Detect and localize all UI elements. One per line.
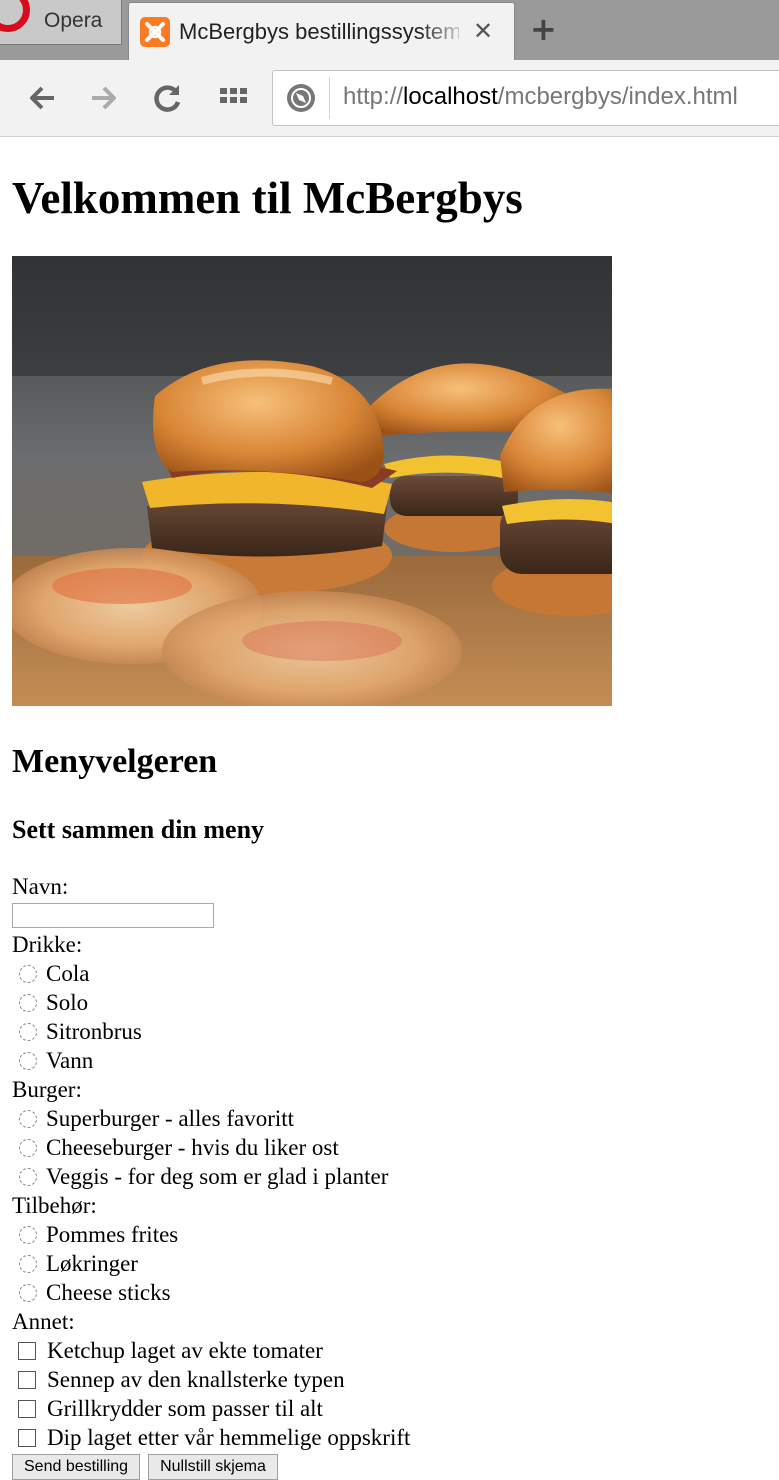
radio-button[interactable] [19, 1138, 37, 1157]
checkbox[interactable] [18, 1370, 36, 1389]
checkbox[interactable] [18, 1341, 36, 1360]
drink-option[interactable]: Cola [12, 959, 410, 988]
close-tab-icon[interactable]: ✕ [473, 17, 493, 45]
radio-button[interactable] [19, 1022, 37, 1041]
burger-label: Burger: [12, 1077, 82, 1102]
radio-button[interactable] [19, 1283, 37, 1302]
speed-dial-grid-icon[interactable] [218, 82, 250, 114]
sides-label: Tilbehør: [12, 1193, 97, 1218]
submit-order-button[interactable]: Send bestilling [12, 1454, 141, 1480]
extra-option-label: Dip laget etter vår hemmelige oppskrift [47, 1425, 411, 1450]
url-path: /mcbergbys/index.html [497, 83, 738, 110]
extra-option[interactable]: Sennep av den knallsterke typen [12, 1365, 410, 1394]
address-bar[interactable]: http://localhost/mcbergbys/index.html [272, 70, 779, 126]
burger-option-label: Superburger - alles favoritt [46, 1106, 295, 1131]
side-option-label: Cheese sticks [46, 1280, 171, 1305]
back-arrow-icon[interactable] [26, 82, 58, 114]
extra-option-label: Ketchup laget av ekte tomater [47, 1338, 323, 1363]
new-tab-button[interactable]: + [530, 12, 557, 46]
extra-option[interactable]: Dip laget etter vår hemmelige oppskrift [12, 1423, 410, 1452]
site-info-icon[interactable] [287, 84, 315, 112]
page-title: Velkommen til McBergbys [12, 173, 523, 223]
drink-option[interactable]: Sitronbrus [12, 1017, 410, 1046]
tab-title-fade [419, 11, 469, 51]
tab-bar: Opera McBergbys bestillingssystem ✕ + [0, 0, 779, 61]
extra-option-label: Grillkrydder som passer til alt [47, 1396, 323, 1421]
radio-button[interactable] [19, 1109, 37, 1128]
drink-option-label: Cola [46, 961, 90, 986]
extra-option[interactable]: Ketchup laget av ekte tomater [12, 1336, 410, 1365]
tab-title: McBergbys bestillingssystem [179, 19, 459, 44]
form-subtitle: Sett sammen din meny [12, 815, 265, 844]
reset-form-button[interactable]: Nullstill skjema [148, 1454, 278, 1480]
radio-button[interactable] [19, 993, 37, 1012]
radio-button[interactable] [19, 1225, 37, 1244]
drinks-group: Cola Solo Sitronbrus Vann [12, 959, 410, 1075]
burger-group: Superburger - alles favoritt Cheeseburger… [12, 1104, 410, 1191]
tab-mcbergbys[interactable]: McBergbys bestillingssystem ✕ [128, 2, 515, 61]
radio-button[interactable] [19, 1254, 37, 1273]
extras-group: Ketchup laget av ekte tomater Sennep av d… [12, 1336, 410, 1452]
drinks-label: Drikke: [12, 932, 83, 957]
drink-option-label: Sitronbrus [46, 1019, 142, 1044]
name-label: Navn: [12, 874, 69, 899]
side-option[interactable]: Pommes frites [12, 1220, 410, 1249]
drink-option-label: Solo [46, 990, 89, 1015]
burger-option[interactable]: Superburger - alles favoritt [12, 1104, 410, 1133]
reload-icon[interactable] [152, 82, 184, 114]
radio-button[interactable] [19, 1051, 37, 1070]
tab-opera[interactable]: Opera [0, 0, 122, 45]
radio-button[interactable] [19, 1167, 37, 1186]
tab-label: Opera [44, 9, 103, 32]
xampp-favicon-icon [140, 17, 170, 47]
burgers-photo [12, 256, 612, 706]
url-host: localhost [403, 83, 498, 110]
burger-option[interactable]: Veggis - for deg som er glad i planter [12, 1162, 410, 1191]
checkbox[interactable] [18, 1428, 36, 1447]
url-scheme: http:// [343, 83, 404, 110]
burger-option[interactable]: Cheeseburger - hvis du liker ost [12, 1133, 410, 1162]
browser-toolbar: http://localhost/mcbergbys/index.html [0, 60, 779, 137]
checkbox[interactable] [18, 1399, 36, 1418]
radio-button[interactable] [19, 964, 37, 983]
form-buttons: Send bestilling Nullstill skjema [12, 1454, 410, 1480]
extra-option[interactable]: Grillkrydder som passer til alt [12, 1394, 410, 1423]
url-text[interactable]: http://localhost/mcbergbys/index.html [343, 83, 738, 111]
extras-label: Annet: [12, 1309, 75, 1334]
opera-logo-icon [0, 0, 30, 32]
extra-option-label: Sennep av den knallsterke typen [47, 1367, 345, 1392]
side-option-label: Pommes frites [46, 1222, 179, 1247]
order-form: Navn: Drikke: Cola Solo Sitronbrus Vann Bur… [12, 872, 410, 1480]
burger-option-label: Cheeseburger - hvis du liker ost [46, 1135, 339, 1160]
drink-option[interactable]: Vann [12, 1046, 410, 1075]
side-option-label: Løkringer [46, 1251, 138, 1276]
side-option[interactable]: Løkringer [12, 1249, 410, 1278]
forward-arrow-icon[interactable] [88, 82, 120, 114]
side-option[interactable]: Cheese sticks [12, 1278, 410, 1307]
address-separator [329, 77, 330, 119]
section-title: Menyvelgeren [12, 743, 218, 780]
name-input[interactable] [12, 903, 214, 928]
drink-option-label: Vann [46, 1048, 94, 1073]
burger-option-label: Veggis - for deg som er glad i planter [46, 1164, 389, 1189]
sides-group: Pommes frites Løkringer Cheese sticks [12, 1220, 410, 1307]
drink-option[interactable]: Solo [12, 988, 410, 1017]
